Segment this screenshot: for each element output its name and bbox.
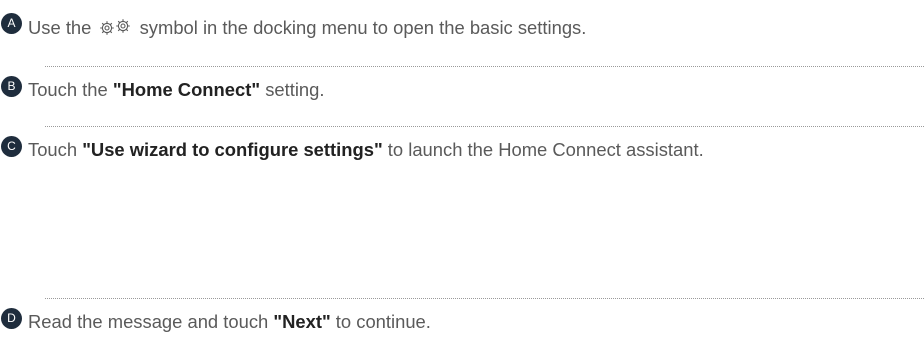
step-badge-c: C <box>1 136 22 157</box>
gear-icon <box>99 18 130 35</box>
step-badge-d: D <box>1 308 22 329</box>
step-c-text-bold: "Use wizard to configure settings" <box>82 139 383 161</box>
step-text-a: Use the symbol in the docking menu to op… <box>28 18 586 37</box>
step-text-d: Read the message and touch "Next" to con… <box>28 313 431 331</box>
step-c-text-pre: Touch <box>28 139 83 161</box>
step-c-text-post: to launch the Home Connect assistant. <box>382 139 704 161</box>
step-d-text-pre: Read the message and touch <box>28 311 274 333</box>
divider-1 <box>45 66 924 67</box>
step-text-b: Touch the "Home Connect" setting. <box>28 81 324 99</box>
step-badge-a: A <box>1 13 22 34</box>
step-d-text-bold: "Next" <box>273 311 331 333</box>
divider-2 <box>45 126 924 127</box>
step-a: A Use the symbol in the docking menu to … <box>0 13 586 38</box>
step-d-text-post: to continue. <box>330 311 431 333</box>
step-b-text-pre: Touch the <box>28 79 113 101</box>
step-b-text-post: setting. <box>260 79 325 101</box>
step-a-text-pre: Use the <box>28 16 97 38</box>
step-badge-b: B <box>1 76 22 97</box>
step-b-text-bold: "Home Connect" <box>112 79 261 101</box>
step-d: D Read the message and touch "Next" to c… <box>0 308 431 333</box>
step-a-text-post: symbol in the docking menu to open the b… <box>134 16 587 38</box>
step-b: B Touch the "Home Connect" setting. <box>0 76 324 101</box>
divider-3 <box>45 298 924 299</box>
step-c: C Touch "Use wizard to configure setting… <box>0 136 704 161</box>
step-text-c: Touch "Use wizard to configure settings"… <box>28 141 704 159</box>
